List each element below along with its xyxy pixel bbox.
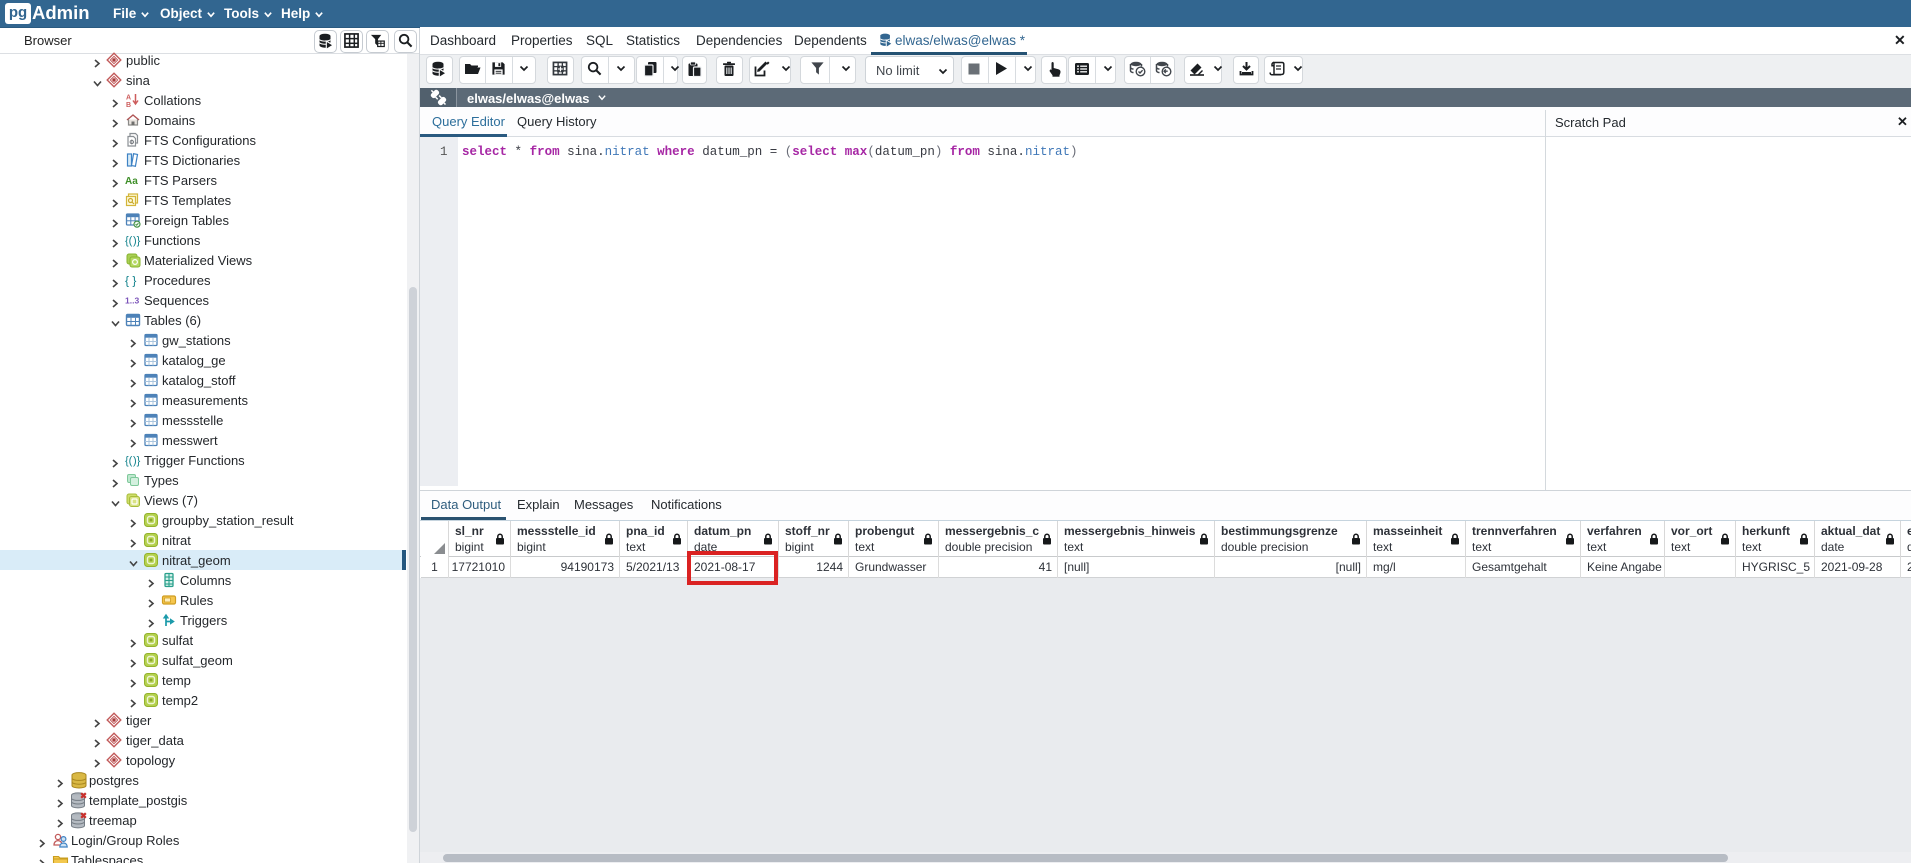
- svg-text:Aa: Aa: [125, 176, 138, 187]
- svg-text:{(: {(: [125, 235, 133, 247]
- svg-text:{ }: { }: [125, 274, 136, 288]
- svg-text:)}: )}: [133, 235, 141, 247]
- svg-text:1..3: 1..3: [125, 296, 139, 306]
- svg-text:A: A: [126, 95, 131, 102]
- svg-text:{(: {(: [125, 455, 133, 467]
- svg-text:B: B: [126, 102, 131, 108]
- svg-text:)}: )}: [133, 455, 141, 467]
